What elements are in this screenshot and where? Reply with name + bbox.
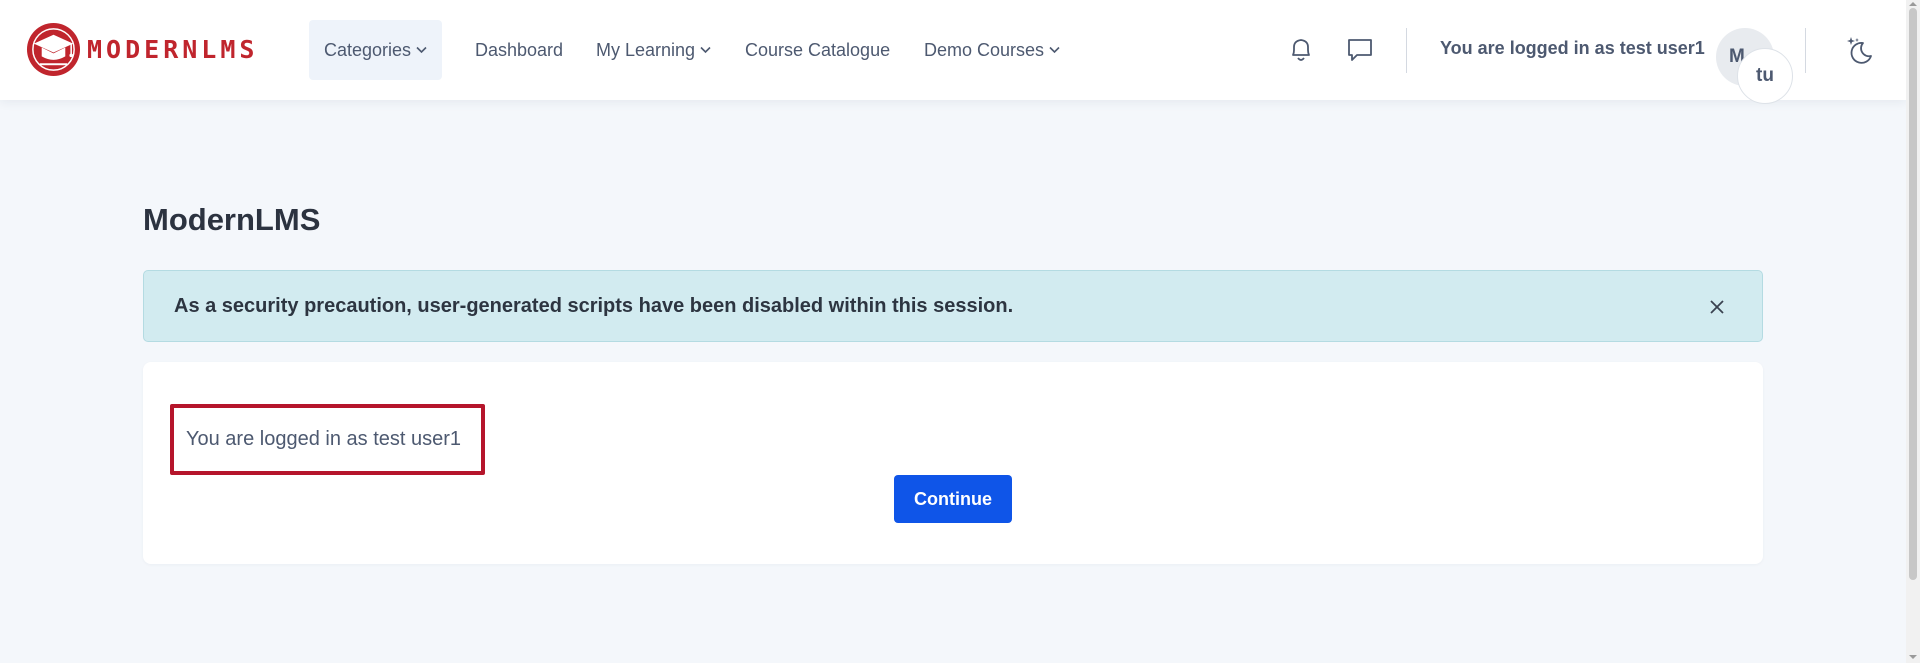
chevron-down-icon	[1049, 46, 1060, 54]
login-message-box: You are logged in as test user1	[170, 404, 485, 475]
scroll-up-arrow-icon[interactable]	[1909, 2, 1917, 6]
avatar-badge-text: tu	[1756, 65, 1774, 86]
nav-course-catalogue[interactable]: Course Catalogue	[745, 20, 890, 80]
chevron-down-icon	[700, 46, 711, 54]
nav-demo-courses[interactable]: Demo Courses	[924, 20, 1060, 80]
page: MODERNLMS Categories Dashboard My Learni…	[0, 0, 1920, 663]
brand-logo-icon	[26, 22, 81, 76]
nav-divider	[1406, 28, 1407, 73]
nav-categories-label: Categories	[324, 39, 412, 60]
notifications-button[interactable]	[1286, 34, 1316, 66]
nav-dashboard[interactable]: Dashboard	[475, 20, 563, 80]
nav-dashboard-label: Dashboard	[475, 39, 564, 60]
dark-mode-toggle[interactable]	[1843, 34, 1875, 66]
brand-name: MODERNLMS	[87, 34, 259, 64]
scroll-down-arrow-icon[interactable]	[1909, 655, 1917, 659]
scrollbar-thumb[interactable]	[1909, 8, 1917, 580]
login-message: You are logged in as test user1	[186, 428, 462, 450]
dark-mode-icon	[1847, 37, 1872, 64]
brand-link[interactable]: MODERNLMS	[26, 22, 258, 76]
close-icon[interactable]	[1708, 298, 1726, 316]
nav-my-learning[interactable]: My Learning	[596, 20, 711, 80]
continue-button[interactable]: Continue	[894, 475, 1012, 523]
nav-categories[interactable]: Categories	[309, 20, 443, 80]
page-title: ModernLMS	[143, 202, 321, 237]
bell-icon	[1292, 39, 1310, 61]
alert-message: As a security precaution, user-generated…	[174, 294, 1014, 317]
navbar: MODERNLMS Categories Dashboard My Learni…	[0, 0, 1906, 104]
page-scrollbar[interactable]	[1906, 0, 1920, 663]
nav-divider	[1805, 28, 1806, 73]
security-alert: As a security precaution, user-generated…	[143, 270, 1763, 342]
nav-course-catalogue-label: Course Catalogue	[745, 39, 891, 60]
avatar-badge: tu	[1737, 48, 1793, 104]
chat-icon	[1348, 39, 1372, 61]
nav-demo-courses-label: Demo Courses	[924, 39, 1045, 60]
messages-button[interactable]	[1345, 34, 1375, 66]
logged-in-user-text: You are logged in as test user1	[1440, 38, 1705, 58]
chevron-down-icon	[416, 46, 427, 54]
nav-my-learning-label: My Learning	[596, 39, 696, 60]
